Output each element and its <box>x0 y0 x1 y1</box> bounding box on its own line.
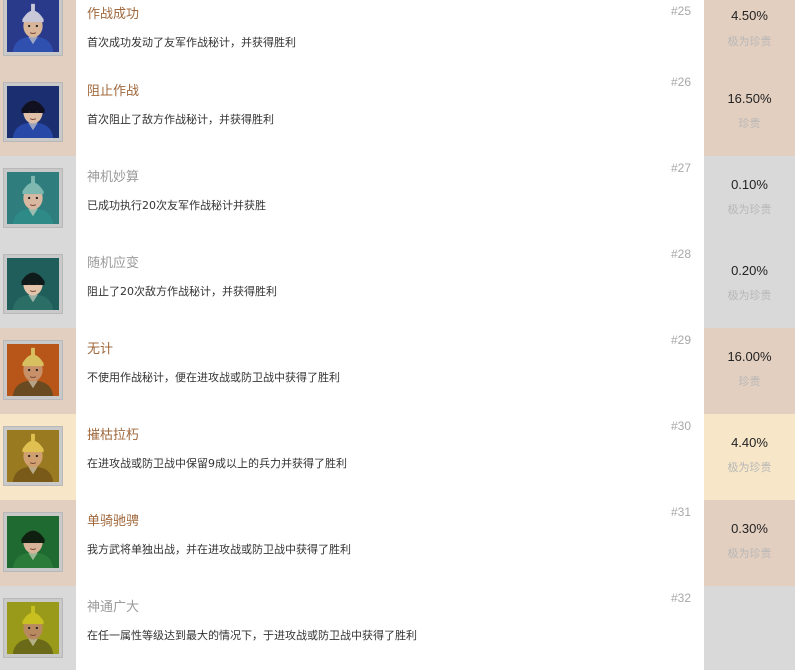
achievement-icon-cell <box>0 328 76 414</box>
unlock-percentage: 0.10% <box>731 177 768 192</box>
general-portrait-icon <box>7 344 59 396</box>
achievement-row: 阻止作战 首次阻止了敌方作战秘计，并获得胜利 #26 16.50% 珍贵 <box>0 70 795 156</box>
achievement-icon-cell <box>0 0 76 70</box>
achievement-info: 阻止作战 首次阻止了敌方作战秘计，并获得胜利 #26 <box>76 70 704 156</box>
achievement-number: #26 <box>670 75 691 89</box>
achievement-description: 在任一属性等级达到最大的情况下，于进攻战或防卫战中获得了胜利 <box>87 629 417 642</box>
achievement-row: 神机妙算 已成功执行20次友军作战秘计并获胜 #27 0.10% 极为珍贵 <box>0 156 795 242</box>
rarity-label: 极为珍贵 <box>727 35 772 48</box>
achievement-description: 我方武将单独出战，并在进攻战或防卫战中获得了胜利 <box>87 543 351 556</box>
achievement-number: #30 <box>670 419 691 433</box>
achievement-title: 单骑驰骋 <box>87 514 140 529</box>
achievement-description: 阻止了20次敌方作战秘计，并获得胜利 <box>87 285 277 298</box>
achievement-row: 神通广大 在任一属性等级达到最大的情况下，于进攻战或防卫战中获得了胜利 #32 <box>0 586 795 670</box>
general-portrait-icon <box>7 430 59 482</box>
achievement-row: 单骑驰骋 我方武将单独出战，并在进攻战或防卫战中获得了胜利 #31 0.30% … <box>0 500 795 586</box>
rarity-label: 极为珍贵 <box>727 289 772 302</box>
achievement-rarity-cell <box>704 586 795 670</box>
achievement-title: 神通广大 <box>87 600 140 615</box>
achievement-row: 随机应变 阻止了20次敌方作战秘计，并获得胜利 #28 0.20% 极为珍贵 <box>0 242 795 328</box>
unlock-percentage: 4.40% <box>731 435 768 450</box>
achievement-info: 摧枯拉朽 在进攻战或防卫战中保留9成以上的兵力并获得了胜利 #30 <box>76 414 704 500</box>
achievement-row: 作战成功 首次成功发动了友军作战秘计，并获得胜利 #25 4.50% 极为珍贵 <box>0 0 795 70</box>
achievement-title: 随机应变 <box>87 256 140 271</box>
achievement-icon-cell <box>0 156 76 242</box>
achievement-rarity-cell: 16.50% 珍贵 <box>704 70 795 156</box>
achievement-icon-frame <box>3 254 63 314</box>
general-portrait-icon <box>7 602 59 654</box>
achievement-icon-frame <box>3 340 63 400</box>
achievement-list: 作战成功 首次成功发动了友军作战秘计，并获得胜利 #25 4.50% 极为珍贵 … <box>0 0 795 670</box>
general-portrait-icon <box>7 172 59 224</box>
achievement-icon-frame <box>3 0 63 56</box>
achievement-icon-frame <box>3 598 63 658</box>
achievement-rarity-cell: 16.00% 珍贵 <box>704 328 795 414</box>
achievement-row: 摧枯拉朽 在进攻战或防卫战中保留9成以上的兵力并获得了胜利 #30 4.40% … <box>0 414 795 500</box>
achievement-title: 作战成功 <box>87 7 140 22</box>
achievement-rarity-cell: 0.20% 极为珍贵 <box>704 242 795 328</box>
general-portrait-icon <box>7 86 59 138</box>
rarity-label: 极为珍贵 <box>727 203 772 216</box>
achievement-icon-cell <box>0 242 76 328</box>
achievement-description: 已成功执行20次友军作战秘计并获胜 <box>87 199 266 212</box>
achievement-icon-frame <box>3 168 63 228</box>
achievement-info: 随机应变 阻止了20次敌方作战秘计，并获得胜利 #28 <box>76 242 704 328</box>
achievement-info: 作战成功 首次成功发动了友军作战秘计，并获得胜利 #25 <box>76 0 704 70</box>
achievement-description: 首次阻止了敌方作战秘计，并获得胜利 <box>87 113 274 126</box>
achievement-info: 无计 不使用作战秘计，便在进攻战或防卫战中获得了胜利 #29 <box>76 328 704 414</box>
achievement-info: 单骑驰骋 我方武将单独出战，并在进攻战或防卫战中获得了胜利 #31 <box>76 500 704 586</box>
achievement-rarity-cell: 4.40% 极为珍贵 <box>704 414 795 500</box>
achievement-title: 阻止作战 <box>87 84 140 99</box>
rarity-label: 珍贵 <box>738 117 761 130</box>
rarity-label: 极为珍贵 <box>727 461 772 474</box>
achievement-description: 首次成功发动了友军作战秘计，并获得胜利 <box>87 36 296 49</box>
unlock-percentage: 0.20% <box>731 263 768 278</box>
achievement-icon-frame <box>3 512 63 572</box>
rarity-label: 珍贵 <box>738 375 761 388</box>
unlock-percentage: 0.30% <box>731 521 768 536</box>
unlock-percentage: 16.00% <box>727 349 772 364</box>
achievement-icon-cell <box>0 414 76 500</box>
achievement-number: #27 <box>670 161 691 175</box>
rarity-label: 极为珍贵 <box>727 547 772 560</box>
achievement-icon-cell <box>0 586 76 670</box>
general-portrait-icon <box>7 516 59 568</box>
achievement-row: 无计 不使用作战秘计，便在进攻战或防卫战中获得了胜利 #29 16.00% 珍贵 <box>0 328 795 414</box>
achievement-description: 不使用作战秘计，便在进攻战或防卫战中获得了胜利 <box>87 371 340 384</box>
achievement-number: #31 <box>670 505 691 519</box>
achievement-info: 神机妙算 已成功执行20次友军作战秘计并获胜 #27 <box>76 156 704 242</box>
achievement-number: #28 <box>670 247 691 261</box>
achievement-rarity-cell: 0.30% 极为珍贵 <box>704 500 795 586</box>
general-portrait-icon <box>7 258 59 310</box>
achievement-title: 摧枯拉朽 <box>87 428 140 443</box>
achievement-title: 神机妙算 <box>87 170 140 185</box>
achievement-icon-frame <box>3 82 63 142</box>
achievement-number: #29 <box>670 333 691 347</box>
achievement-number: #32 <box>670 591 691 605</box>
achievement-icon-frame <box>3 426 63 486</box>
achievement-rarity-cell: 4.50% 极为珍贵 <box>704 0 795 70</box>
achievement-description: 在进攻战或防卫战中保留9成以上的兵力并获得了胜利 <box>87 457 347 470</box>
unlock-percentage: 16.50% <box>727 91 772 106</box>
unlock-percentage: 4.50% <box>731 8 768 23</box>
achievement-rarity-cell: 0.10% 极为珍贵 <box>704 156 795 242</box>
achievement-info: 神通广大 在任一属性等级达到最大的情况下，于进攻战或防卫战中获得了胜利 #32 <box>76 586 704 670</box>
achievement-icon-cell <box>0 500 76 586</box>
general-portrait-icon <box>7 0 59 52</box>
achievement-number: #25 <box>670 4 691 18</box>
achievement-icon-cell <box>0 70 76 156</box>
achievement-title: 无计 <box>87 342 114 357</box>
